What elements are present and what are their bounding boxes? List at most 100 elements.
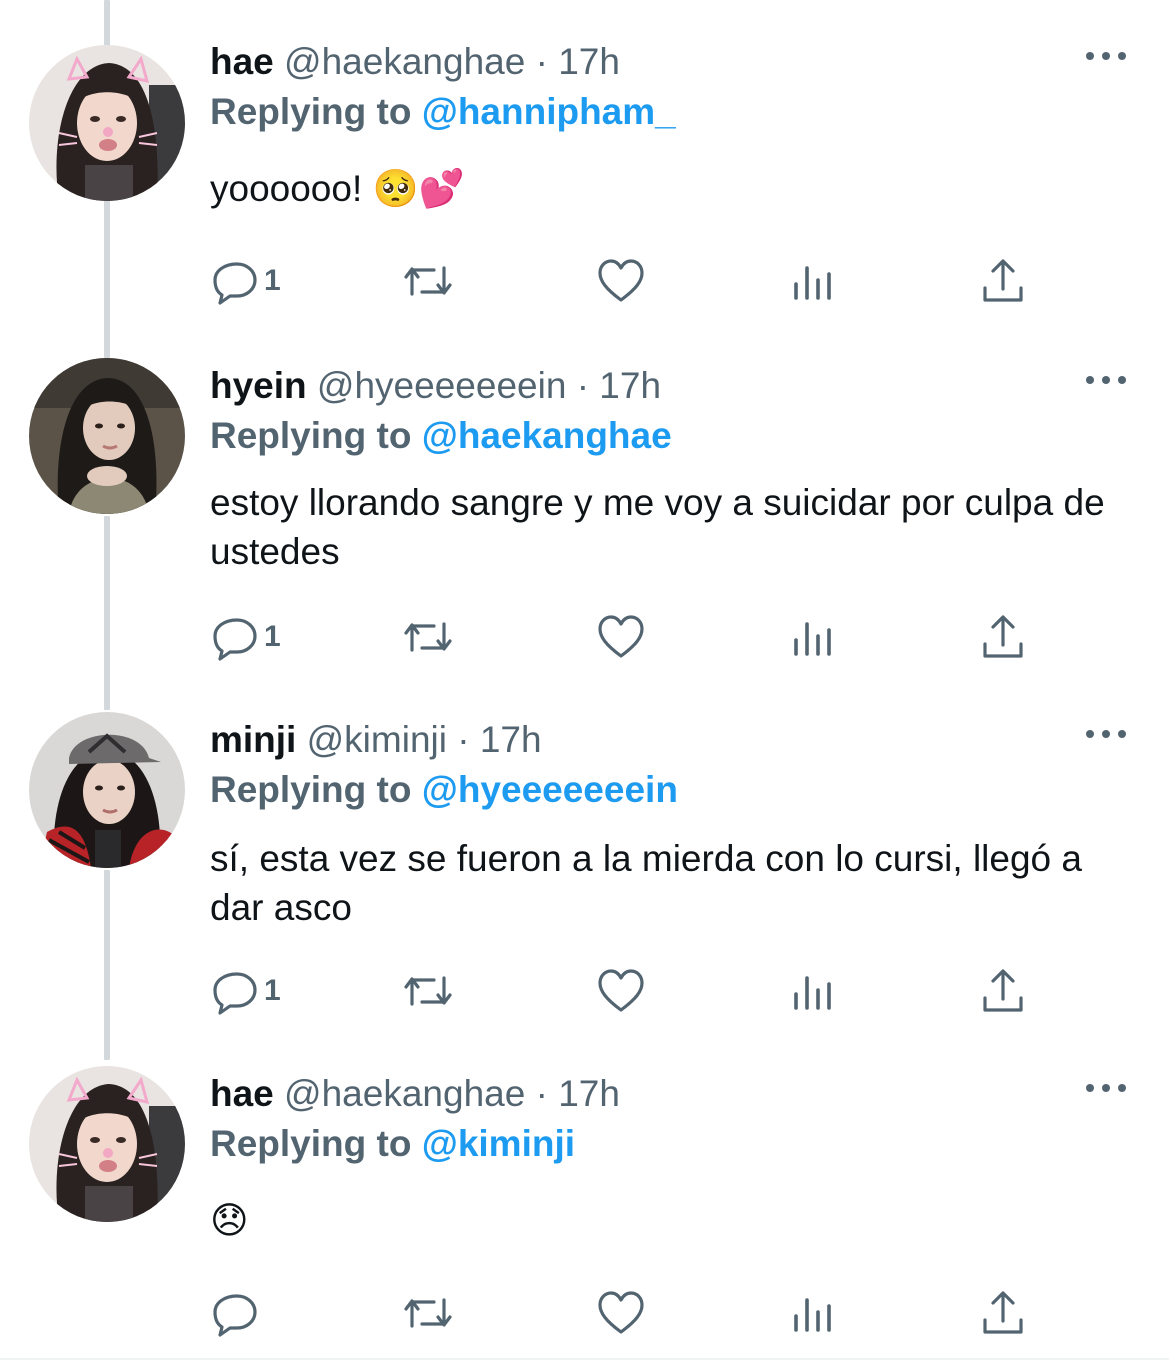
heart-icon [598, 259, 644, 302]
timestamp[interactable]: 17h [558, 1073, 620, 1114]
tweet[interactable]: hae @haekanghae · 17h Replying to @kimin… [0, 1066, 1169, 1358]
tweet-text: estoy llorando sangre y me voy a suicida… [210, 482, 1105, 572]
tweet-header: hae @haekanghae · 17h [210, 40, 620, 84]
user-handle[interactable]: @kiminji [307, 719, 447, 760]
mention-link[interactable]: @kiminji [422, 1123, 575, 1164]
reply-button[interactable]: 1 [210, 966, 281, 1016]
action-bar [210, 1288, 1040, 1338]
avatar[interactable] [29, 712, 185, 868]
separator: · [457, 719, 470, 760]
more-icon[interactable] [1084, 372, 1128, 388]
action-bar: 1 [210, 256, 1040, 306]
share-button[interactable] [978, 966, 1028, 1016]
timestamp[interactable]: 17h [480, 719, 542, 760]
more-icon[interactable] [1084, 1080, 1128, 1096]
replying-to: Replying to @hyeeeeeeein [210, 768, 678, 812]
hae-avatar [29, 45, 185, 201]
mention-link[interactable]: @haekanghae [422, 415, 672, 456]
more-icon[interactable] [1084, 48, 1128, 64]
reply-icon [213, 618, 257, 661]
share-icon [983, 615, 1023, 658]
hyein-avatar [29, 358, 185, 514]
share-icon [983, 1291, 1023, 1334]
reply-count: 1 [264, 620, 281, 653]
retweet-button[interactable] [398, 1288, 458, 1338]
tweet[interactable]: hae @haekanghae · 17h Replying to @hanni… [0, 34, 1169, 334]
share-button[interactable] [978, 612, 1028, 662]
mention-link[interactable]: @hyeeeeeeein [422, 769, 678, 810]
reply-count: 1 [264, 974, 281, 1007]
avatar[interactable] [29, 358, 185, 514]
mention-link[interactable]: @hannipham_ [422, 91, 676, 132]
like-button[interactable] [596, 966, 646, 1016]
tweet-text: yoooooo! 🥺💕 [210, 168, 465, 209]
like-button[interactable] [596, 1288, 646, 1338]
reply-icon [213, 1294, 257, 1337]
separator: · [535, 41, 548, 82]
retweet-button[interactable] [398, 256, 458, 306]
heart-icon [598, 969, 644, 1012]
views-icon [794, 976, 831, 1010]
action-bar: 1 [210, 966, 1040, 1016]
separator: · [535, 1073, 548, 1114]
share-icon [983, 259, 1023, 302]
replying-label: Replying to [210, 769, 412, 810]
reply-icon [213, 972, 257, 1015]
replying-to: Replying to @hannipham_ [210, 90, 676, 134]
retweet-button[interactable] [398, 966, 458, 1016]
separator: · [576, 365, 590, 406]
display-name[interactable]: hae [210, 1073, 274, 1114]
reply-button[interactable]: 1 [210, 612, 281, 662]
views-button[interactable] [788, 1288, 838, 1338]
retweet-icon [404, 622, 452, 652]
tweet[interactable]: hyein @hyeeeeeeein · 17h Replying to @ha… [0, 358, 1169, 698]
views-icon [794, 622, 831, 656]
views-button[interactable] [788, 256, 838, 306]
avatar[interactable] [29, 45, 185, 201]
retweet-icon [404, 266, 452, 296]
share-icon [983, 969, 1023, 1012]
replying-label: Replying to [210, 91, 412, 132]
hae-avatar [29, 1066, 185, 1222]
reply-button[interactable]: 1 [210, 256, 281, 306]
views-button[interactable] [788, 966, 838, 1016]
divider [0, 1358, 1169, 1360]
replying-label: Replying to [210, 415, 412, 456]
display-name[interactable]: hyein [210, 365, 307, 406]
timestamp[interactable]: 17h [599, 365, 661, 406]
retweet-icon [404, 976, 452, 1006]
retweet-button[interactable] [398, 612, 458, 662]
tweet-text: 😞 [210, 1200, 249, 1241]
share-button[interactable] [978, 1288, 1028, 1338]
tweet-header: minji @kiminji · 17h [210, 718, 542, 762]
action-bar: 1 [210, 612, 1040, 662]
user-handle[interactable]: @haekanghae [284, 1073, 525, 1114]
replying-label: Replying to [210, 1123, 412, 1164]
tweet-text: sí, esta vez se fueron a la mierda con l… [210, 838, 1082, 928]
heart-icon [598, 1291, 644, 1334]
display-name[interactable]: minji [210, 719, 296, 760]
more-icon[interactable] [1084, 726, 1128, 742]
timestamp[interactable]: 17h [558, 41, 620, 82]
views-button[interactable] [788, 612, 838, 662]
heart-icon [598, 615, 644, 658]
replying-to: Replying to @kiminji [210, 1122, 575, 1166]
tweet[interactable]: minji @kiminji · 17h Replying to @hyeeee… [0, 712, 1169, 1052]
views-icon [794, 1298, 831, 1332]
user-handle[interactable]: @haekanghae [284, 41, 525, 82]
reply-button[interactable] [210, 1288, 264, 1338]
user-handle[interactable]: @hyeeeeeeein [317, 365, 566, 406]
avatar[interactable] [29, 1066, 185, 1222]
retweet-icon [404, 1298, 452, 1328]
display-name[interactable]: hae [210, 41, 274, 82]
like-button[interactable] [596, 256, 646, 306]
reply-count: 1 [264, 264, 281, 297]
like-button[interactable] [596, 612, 646, 662]
tweet-header: hyein @hyeeeeeeein · 17h [210, 364, 661, 408]
replying-to: Replying to @haekanghae [210, 414, 672, 458]
tweet-header: hae @haekanghae · 17h [210, 1072, 620, 1116]
reply-icon [213, 262, 257, 305]
minji-avatar [29, 712, 185, 868]
share-button[interactable] [978, 256, 1028, 306]
views-icon [794, 266, 831, 300]
